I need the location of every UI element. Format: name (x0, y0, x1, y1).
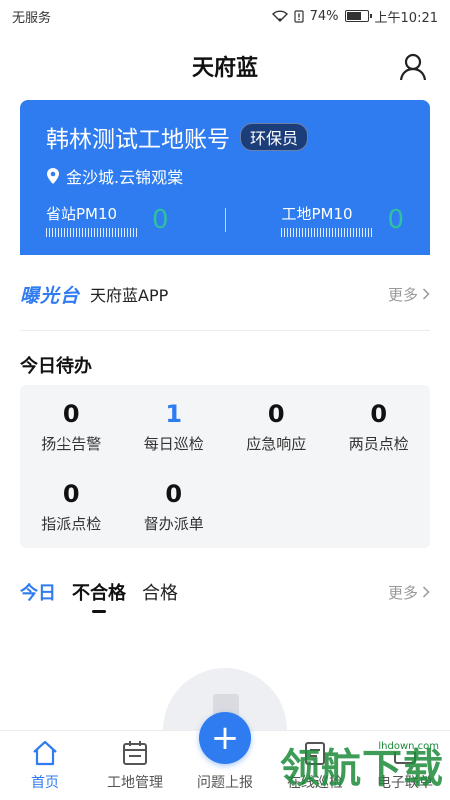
role-badge: 环保员 (240, 123, 309, 151)
todo-daily-inspection[interactable]: 1 每日巡检 (123, 397, 226, 477)
sim-alert-icon (294, 9, 304, 23)
notice-more-link[interactable]: 更多 (388, 284, 430, 305)
today-more-link[interactable]: 更多 (388, 582, 430, 603)
todo-label: 督办派单 (143, 515, 204, 533)
site-location: 金沙城.云锦观棠 (46, 164, 404, 188)
todo-two-staff-check[interactable]: 0 两员点检 (328, 397, 431, 477)
battery-icon (344, 10, 372, 22)
section-divider (20, 330, 430, 331)
todo-label: 扬尘告警 (41, 435, 102, 453)
tab-unqualified[interactable]: 不合格 (72, 579, 126, 613)
nav-site-management-label: 工地管理 (107, 775, 163, 791)
nav-issue-report-label: 问题上报 (197, 775, 253, 791)
todo-label: 指派点检 (41, 515, 102, 533)
site-name: 韩林测试工地账号 (46, 127, 230, 153)
calendar-icon (123, 741, 147, 765)
today-label: 今日 (20, 583, 56, 604)
pm-divider (224, 208, 226, 232)
exposure-notice-row[interactable]: 曝光台 天府蓝APP 更多 (20, 272, 430, 316)
home-icon (33, 740, 57, 766)
watermark: 领航下载 (280, 746, 444, 792)
status-indicators: 74% 上午10:21 (271, 7, 438, 26)
todo-count: 1 (165, 400, 183, 428)
notice-more-label: 更多 (387, 285, 418, 304)
todo-label: 每日巡检 (143, 435, 204, 453)
site-pm-ticks (281, 228, 374, 237)
site-pm-reading: 工地PM10 0 (281, 203, 404, 237)
nav-home[interactable]: 首页 (0, 731, 90, 800)
todo-assigned-check[interactable]: 0 指派点检 (20, 477, 123, 557)
clock-text: 上午10:21 (374, 10, 438, 26)
chevron-right-icon (422, 586, 430, 598)
exposure-logo: 曝光台 (20, 284, 81, 307)
provincial-pm-label: 省站PM10 (46, 205, 118, 223)
app-header: 天府蓝 (0, 40, 450, 92)
active-tab-indicator (92, 610, 106, 613)
todo-count: 0 (165, 480, 183, 508)
tab-unqualified-label: 不合格 (72, 583, 126, 604)
nav-site-management[interactable]: 工地管理 (90, 731, 180, 800)
todo-count: 0 (62, 400, 80, 428)
site-info-card[interactable]: 韩林测试工地账号 环保员 金沙城.云锦观棠 省站PM10 0 工地PM10 0 (20, 100, 430, 255)
carrier-text: 无服务 (12, 10, 52, 26)
provincial-pm-reading: 省站PM10 0 (46, 203, 169, 237)
today-more-label: 更多 (387, 583, 418, 602)
todo-count: 0 (62, 480, 80, 508)
battery-percent: 74% (309, 8, 339, 24)
todo-dust-alert[interactable]: 0 扬尘告警 (20, 397, 123, 477)
todo-panel: 0 扬尘告警 1 每日巡检 0 应急响应 0 两员点检 0 指派点检 0 督办派… (20, 385, 430, 548)
todo-title: 今日待办 (20, 356, 92, 377)
tab-qualified[interactable]: 合格 (142, 579, 178, 605)
todo-label: 两员点检 (348, 435, 409, 453)
location-text: 金沙城.云锦观棠 (66, 168, 184, 187)
todo-supervision-order[interactable]: 0 督办派单 (123, 477, 226, 557)
user-icon (399, 53, 427, 81)
site-title-row: 韩林测试工地账号 环保员 (46, 120, 404, 154)
location-pin-icon (47, 168, 59, 184)
chevron-right-icon (422, 288, 430, 300)
today-tabs: 今日 不合格 合格 更多 (20, 572, 430, 613)
provincial-pm-ticks (46, 228, 138, 237)
wifi-icon (271, 10, 288, 22)
site-pm-label: 工地PM10 (281, 205, 353, 223)
provincial-pm-value: 0 (152, 205, 169, 235)
status-bar: 无服务 74% 上午10:21 (0, 0, 450, 32)
report-issue-fab[interactable]: + (199, 712, 251, 764)
profile-button[interactable] (396, 50, 430, 84)
todo-count: 0 (267, 400, 285, 428)
nav-home-label: 首页 (31, 775, 59, 791)
notice-text: 天府蓝APP (90, 286, 169, 305)
pm-readings: 省站PM10 0 工地PM10 0 (46, 203, 404, 237)
todo-label: 应急响应 (246, 435, 307, 453)
todo-emergency-response[interactable]: 0 应急响应 (225, 397, 328, 477)
site-pm-value: 0 (387, 205, 404, 235)
todo-count: 0 (370, 400, 388, 428)
page-title: 天府蓝 (191, 56, 258, 81)
